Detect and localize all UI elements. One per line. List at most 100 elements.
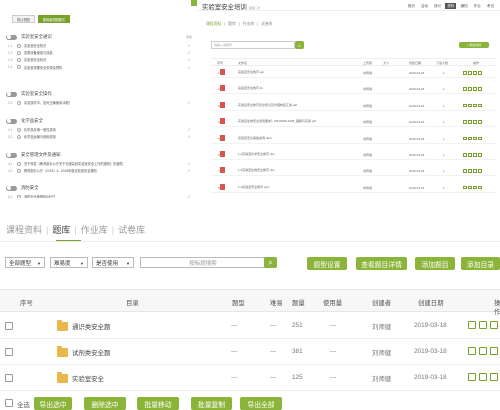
edit-icon[interactable]	[473, 120, 477, 124]
tab-basic-view[interactable]: 基础版视图模式	[37, 15, 71, 23]
batch-copy-button[interactable]: 批量复制	[191, 397, 232, 410]
tab-course-materials[interactable]: 课程资料	[6, 223, 42, 236]
delete-icon[interactable]	[478, 169, 482, 173]
copy-icon[interactable]	[490, 347, 498, 355]
nav-materials[interactable]: 资料	[445, 3, 457, 9]
toggle-switch[interactable]	[6, 118, 17, 124]
download-icon[interactable]	[463, 185, 467, 190]
file-name[interactable]: 实验室生物安全通用要求》GB19489-2008_图解与实施.pdf	[238, 119, 356, 123]
directory-name[interactable]: 试剂类安全题	[72, 348, 110, 357]
file-name[interactable]: 1.4实验室安全教育.pptx	[238, 185, 356, 189]
download-icon[interactable]	[463, 87, 467, 91]
delete-icon[interactable]	[478, 103, 482, 108]
edit-icon[interactable]	[473, 169, 477, 173]
delete-icon[interactable]	[478, 153, 482, 157]
outline-item[interactable]: 3.2 化学品运输与使用原则 ✓	[8, 133, 191, 140]
download-icon[interactable]	[463, 71, 467, 75]
outline-item[interactable]: 1.2 急救设备使用与技能 ✓	[8, 49, 191, 56]
type-select[interactable]: 全部题型 ▼	[5, 257, 45, 268]
move-icon[interactable]	[468, 153, 472, 157]
move-icon[interactable]	[468, 103, 472, 108]
download-icon[interactable]	[463, 136, 467, 141]
delete-icon[interactable]	[478, 71, 482, 75]
download-icon[interactable]	[463, 169, 467, 173]
move-icon[interactable]	[468, 321, 476, 329]
move-icon[interactable]	[468, 185, 472, 190]
move-icon[interactable]	[468, 136, 472, 141]
file-row[interactable]: 6 1.2实验室化学安全教育.doc 刘师健 2019-03-18 1	[211, 149, 497, 160]
tab-homework-bank[interactable]: 作业库	[81, 223, 108, 236]
edit-icon[interactable]	[479, 321, 487, 329]
outline-item[interactable]: 4.2 教育部办公厅〔2018〕4...2018年度实验室安全通知 ✓	[8, 167, 191, 174]
question-type-settings-button[interactable]: 题型设置	[307, 257, 347, 270]
outline-item[interactable]: 3.1 化学品存储一般性原则 ✓	[8, 126, 191, 133]
export-all-button[interactable]: 导出全部	[240, 397, 282, 410]
file-row[interactable]: 5 实验室安全事故案例.docx 刘师健 2019-03-18 1	[211, 133, 497, 144]
file-row[interactable]: 4 实验室生物安全通用要求》GB19489-2008_图解与实施.pdf 刘师健 20…	[211, 116, 497, 128]
outline-item[interactable]: 1.4 实验室重要安全事故及预防 ✓	[8, 64, 191, 71]
delete-icon[interactable]	[478, 87, 482, 91]
toggle-switch[interactable]	[6, 185, 17, 191]
difficulty-select[interactable]: 难易度 ▼	[50, 257, 88, 268]
tab-question-bank[interactable]: 题库	[52, 223, 70, 236]
add-material-button[interactable]: + 添加资料	[459, 42, 489, 48]
edit-icon[interactable]	[479, 347, 487, 355]
outline-item[interactable]: 1.3 实验室安全标识 ✓	[8, 56, 191, 63]
tab-homework-bank[interactable]: 作业库	[243, 22, 254, 27]
toggle-switch[interactable]	[6, 91, 17, 97]
files-search-input[interactable]: 请输入关键字	[211, 41, 295, 49]
row-checkbox[interactable]	[5, 348, 13, 356]
nav-home[interactable]: 首页	[406, 3, 417, 9]
delete-icon[interactable]	[478, 185, 482, 190]
toggle-switch[interactable]	[6, 34, 17, 40]
tab-default-view[interactable]: 默认视图	[12, 15, 35, 23]
row-checkbox[interactable]	[5, 322, 13, 330]
file-name[interactable]: 实验室安全事故案例.docx	[238, 136, 356, 140]
file-row[interactable]: 3 实验室安全教育安全知识及管理制度汇编.pdf 刘师健 2019-03-18 1	[211, 100, 497, 111]
move-icon[interactable]	[468, 120, 472, 124]
course-title-note[interactable]: 课程门户	[249, 6, 261, 10]
select-all-checkbox[interactable]	[5, 399, 13, 407]
nav-notice[interactable]: 通知	[458, 3, 469, 9]
move-icon[interactable]	[468, 347, 476, 355]
usage-select[interactable]: 是否使用 ▼	[92, 257, 134, 268]
file-name[interactable]: 实验室安全教育.flv	[238, 86, 356, 90]
tab-course-materials[interactable]: 课程资料	[206, 22, 221, 27]
title-search-button[interactable]: ⌕	[264, 257, 277, 268]
add-question-button[interactable]: 添加题目	[415, 257, 455, 270]
nav-activity[interactable]: 活动	[419, 3, 430, 9]
delete-icon[interactable]	[478, 120, 482, 124]
download-icon[interactable]	[463, 153, 467, 157]
move-icon[interactable]	[468, 169, 472, 173]
batch-move-button[interactable]: 批量移动	[137, 397, 179, 410]
delete-selected-button[interactable]: 删除选中	[84, 397, 126, 410]
row-checkbox[interactable]	[5, 374, 13, 382]
directory-name[interactable]: 实验室安全	[72, 374, 104, 383]
file-name[interactable]: 实验室安全教育安全知识及管理制度汇编.pdf	[238, 103, 356, 107]
tab-paper-bank[interactable]: 试卷库	[118, 223, 145, 236]
outline-item[interactable]: 1.1 实验室安全知识 ✓	[8, 42, 191, 49]
file-row[interactable]: 1 实验室安全教育.ppt 刘师健 2019-03-18 1	[211, 67, 497, 78]
add-directory-button[interactable]: 添加目录	[461, 257, 500, 270]
file-name[interactable]: 实验室安全教育.ppt	[238, 70, 356, 74]
download-icon[interactable]	[463, 103, 467, 108]
nav-homework[interactable]: 作业	[472, 3, 483, 9]
edit-icon[interactable]	[473, 136, 477, 141]
section-add-link[interactable]: 添加	[186, 35, 192, 39]
edit-icon[interactable]	[473, 185, 477, 190]
edit-icon[interactable]	[479, 373, 487, 381]
copy-icon[interactable]	[490, 373, 498, 381]
nav-exam[interactable]: 考试	[485, 3, 496, 9]
tab-paper-bank[interactable]: 试卷库	[261, 22, 272, 27]
edit-icon[interactable]	[473, 71, 477, 75]
file-row[interactable]: 8 1.4实验室安全教育.pptx 刘师健 2019-03-18 1	[211, 182, 497, 193]
file-row[interactable]: 7 1.3实验室生物安全教育.doc 刘师健 2019-03-18 1	[211, 165, 497, 177]
move-icon[interactable]	[468, 71, 472, 75]
file-name[interactable]: 1.3实验室生物安全教育.doc	[238, 168, 356, 172]
nav-stats[interactable]: 统计	[432, 3, 443, 9]
edit-icon[interactable]	[473, 153, 477, 157]
edit-icon[interactable]	[473, 87, 477, 91]
outline-item[interactable]: 2.1 实验操作中，如何正确使用冰箱？ ✓	[8, 99, 191, 106]
tab-question-bank[interactable]: 题库	[228, 22, 236, 27]
view-question-details-button[interactable]: 查看题目详情	[356, 257, 407, 270]
